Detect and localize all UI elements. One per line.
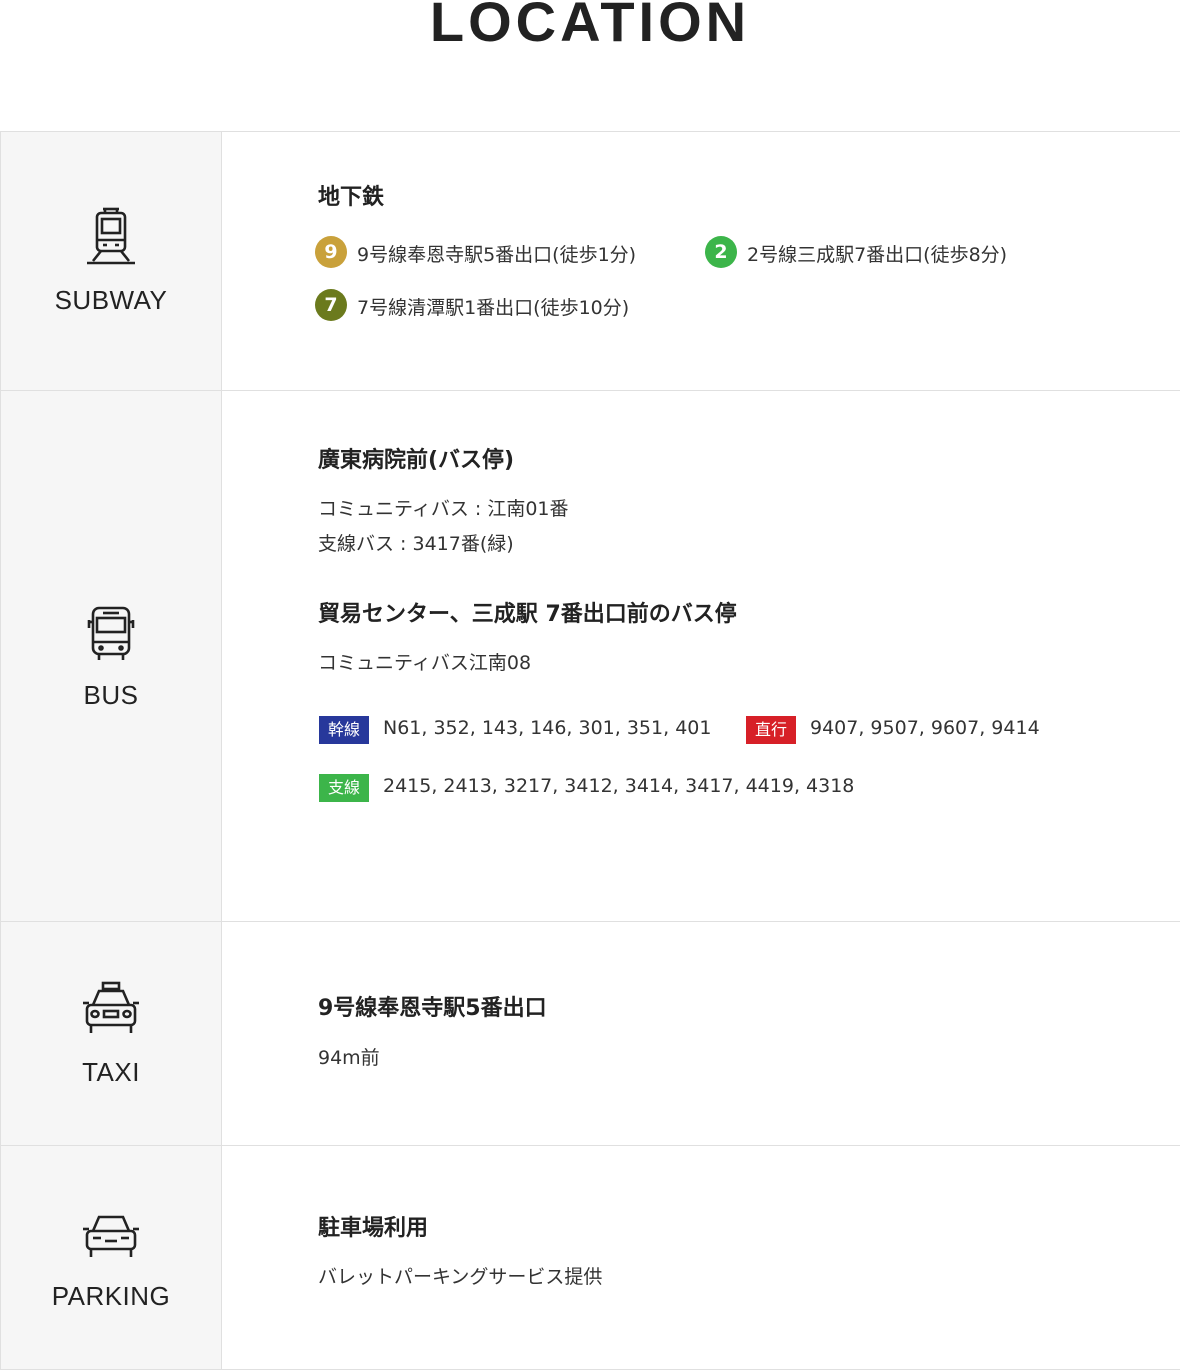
route-tag-express: 直行 — [746, 716, 797, 744]
taxi-text: 94m前 — [318, 1047, 380, 1069]
bus-side: BUS — [0, 391, 222, 921]
subway-side: SUBWAY — [0, 132, 222, 390]
car-icon — [83, 1215, 139, 1257]
bus-stop2-heading: 貿易センター、三成駅 7番出口前のバス停 — [318, 602, 737, 627]
route-tag-trunk: 幹線 — [319, 716, 370, 744]
taxi-content: 9号線奉恩寺駅5番出口 94m前 — [222, 922, 1180, 1145]
line-7-text: 7号線清潭駅1番出口(徒歩10分) — [357, 297, 630, 319]
parking-side: PARKING — [0, 1146, 222, 1369]
taxi-icon — [83, 981, 139, 1033]
bus-label: BUS — [83, 679, 139, 710]
subway-heading: 地下鉄 — [318, 185, 385, 210]
bus-stop1-line1: コミュニティバス : 江南01番 — [318, 498, 569, 520]
line-2-badge: 2 — [705, 236, 737, 268]
subway-label: SUBWAY — [54, 284, 168, 315]
bus-content: 廣東病院前(バス停) コミュニティバス : 江南01番 支線バス : 3417番… — [222, 391, 1180, 921]
location-table: SUBWAY 地下鉄 9 9号線奉恩寺駅5番出口(徒歩1分) 2 2号線三成駅7… — [0, 131, 1180, 1370]
bus-row: BUS 廣東病院前(バス停) コミュニティバス : 江南01番 支線バス : 3… — [0, 391, 1180, 922]
subway-content: 地下鉄 9 9号線奉恩寺駅5番出口(徒歩1分) 2 2号線三成駅7番出口(徒歩8… — [222, 132, 1180, 390]
parking-row: PARKING 駐車場利用 バレットパーキングサービス提供 — [0, 1146, 1180, 1370]
parking-heading: 駐車場利用 — [318, 1216, 429, 1241]
parking-text: バレットパーキングサービス提供 — [318, 1266, 603, 1288]
bus-stop1-line2: 支線バス : 3417番(緑) — [318, 533, 514, 555]
line-7-badge: 7 — [315, 289, 347, 321]
taxi-side: TAXI — [0, 922, 222, 1145]
line-9-badge: 9 — [315, 236, 347, 268]
bus-stop2-line1: コミュニティバス江南08 — [318, 652, 532, 674]
line-9-text: 9号線奉恩寺駅5番出口(徒歩1分) — [357, 244, 637, 266]
taxi-heading: 9号線奉恩寺駅5番出口 — [318, 996, 547, 1021]
parking-label: PARKING — [51, 1281, 171, 1311]
route-tag-branch: 支線 — [319, 774, 370, 802]
route-numbers-express: 9407, 9507, 9607, 9414 — [810, 717, 1040, 739]
taxi-row: TAXI 9号線奉恩寺駅5番出口 94m前 — [0, 922, 1180, 1146]
subway-row: SUBWAY 地下鉄 9 9号線奉恩寺駅5番出口(徒歩1分) 2 2号線三成駅7… — [0, 132, 1180, 391]
train-icon — [87, 207, 135, 264]
route-numbers-trunk: N61, 352, 143, 146, 301, 351, 401 — [383, 717, 712, 739]
bus-stop1-heading: 廣東病院前(バス停) — [318, 448, 515, 473]
parking-content: 駐車場利用 バレットパーキングサービス提供 — [222, 1146, 1180, 1369]
route-numbers-branch: 2415, 2413, 3217, 3412, 3414, 3417, 4419… — [383, 775, 855, 797]
bus-icon — [87, 606, 135, 660]
page-title: LOCATION — [429, 0, 751, 53]
line-2-text: 2号線三成駅7番出口(徒歩8分) — [747, 244, 1008, 266]
taxi-label: TAXI — [82, 1057, 140, 1087]
